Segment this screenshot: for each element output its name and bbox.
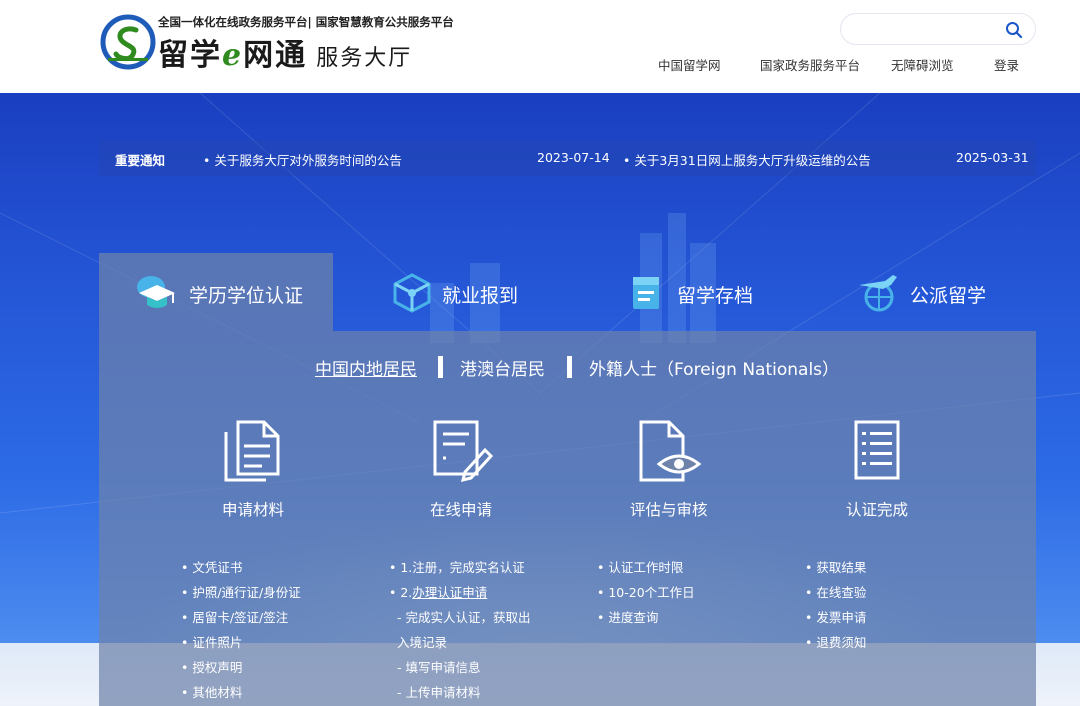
list-item: 入境记录 xyxy=(397,635,448,650)
tab-study-archive[interactable]: 留学存档 xyxy=(567,253,801,331)
search-input[interactable] xyxy=(855,20,1005,40)
resident-type-tabs: 中国内地居民 港澳台居民 外籍人士（Foreign Nationals） xyxy=(0,355,1080,380)
apply-certification-link[interactable]: 办理认证申请 xyxy=(412,585,487,600)
tab-employment-report[interactable]: 就业报到 xyxy=(333,253,567,331)
progress-query-link[interactable]: 进度查询 xyxy=(608,610,658,625)
online-verify-link[interactable]: 在线查验 xyxy=(816,585,866,600)
list-item: - 填写申请信息 xyxy=(397,660,481,675)
get-result-link[interactable]: 获取结果 xyxy=(816,560,866,575)
step-label: 评估与审核 xyxy=(630,501,708,519)
step-label: 认证完成 xyxy=(846,501,909,519)
form-edit-icon xyxy=(433,420,494,483)
list-item: • 1.注册，完成实名认证 xyxy=(389,560,525,575)
subtab-mainland[interactable]: 中国内地居民 xyxy=(315,355,417,380)
list-item: • 发票申请 xyxy=(805,610,867,625)
nav-cscse[interactable]: 中国留学网 xyxy=(658,55,721,74)
airplane-globe-icon xyxy=(859,275,897,312)
list-item: • 退费须知 xyxy=(805,635,867,650)
list-item: • 进度查询 xyxy=(597,610,659,625)
subtab-foreign-nationals[interactable]: 外籍人士（Foreign Nationals） xyxy=(589,355,839,380)
site-header: 全国一体化在线政务服务平台| 国家智慧教育公共服务平台 留学e网通 服务大厅 中… xyxy=(0,0,1080,93)
list-item: • 文凭证书 xyxy=(181,560,243,575)
documents-icon xyxy=(224,420,280,482)
refund-notice-link[interactable]: 退费须知 xyxy=(816,635,866,650)
search-box[interactable] xyxy=(840,13,1036,45)
tab-label: 留学存档 xyxy=(677,285,754,307)
nav-login[interactable]: 登录 xyxy=(994,55,1019,74)
list-item: - 完成实人认证，获取出 xyxy=(397,610,531,625)
nav-gov-services[interactable]: 国家政务服务平台 xyxy=(760,55,860,74)
search-icon[interactable] xyxy=(1005,21,1023,39)
graduation-cap-icon xyxy=(137,276,175,308)
checklist-icon xyxy=(854,420,900,480)
list-item: • 居留卡/签证/签注 xyxy=(181,610,289,625)
step-label: 在线申请 xyxy=(430,501,493,519)
subtab-hk-macao-taiwan[interactable]: 港澳台居民 xyxy=(460,355,545,380)
notice-label: 重要通知 xyxy=(115,153,166,168)
notice-date: 2023-07-14 xyxy=(537,150,610,165)
list-item: • 认证工作时限 xyxy=(597,560,684,575)
tab-government-sponsored[interactable]: 公派留学 xyxy=(801,253,1035,331)
cube-network-icon xyxy=(393,273,431,313)
tab-label: 就业报到 xyxy=(442,285,519,307)
notice-bar: 重要通知 • 关于服务大厅对外服务时间的公告 2023-07-14 • 关于3月… xyxy=(99,140,1036,176)
tab-label: 学历学位认证 xyxy=(189,285,304,307)
list-item: • 其他材料 xyxy=(181,685,243,700)
archive-file-icon xyxy=(633,277,659,309)
step-label: 申请材料 xyxy=(222,501,285,519)
subtab-divider xyxy=(438,356,443,378)
list-item: • 获取结果 xyxy=(805,560,867,575)
tab-degree-verification[interactable]: 学历学位认证 xyxy=(99,253,333,331)
list-item: • 授权声明 xyxy=(181,660,243,675)
processing-time-link[interactable]: 认证工作时限 xyxy=(608,560,683,575)
list-item: • 2.办理认证申请 xyxy=(389,585,488,600)
notice-item[interactable]: • 关于3月31日网上服务大厅升级运维的公告 xyxy=(623,150,871,169)
list-item: - 上传申请材料 xyxy=(397,685,481,700)
file-eye-icon xyxy=(639,420,702,482)
list-item: • 证件照片 xyxy=(181,635,243,650)
nav-accessibility[interactable]: 无障碍浏览 xyxy=(891,55,954,74)
platform-tagline: 全国一体化在线政务服务平台| 国家智慧教育公共服务平台 xyxy=(158,15,454,29)
top-nav: 中国留学网 国家政务服务平台 无障碍浏览 登录 xyxy=(0,55,1080,74)
notice-item[interactable]: • 关于服务大厅对外服务时间的公告 xyxy=(203,150,402,169)
list-item: • 在线查验 xyxy=(805,585,867,600)
subtab-divider xyxy=(567,356,572,378)
tab-label: 公派留学 xyxy=(910,285,987,307)
list-item: • 10-20个工作日 xyxy=(597,585,695,600)
invoice-request-link[interactable]: 发票申请 xyxy=(816,610,866,625)
list-item: • 护照/通行证/身份证 xyxy=(181,585,301,600)
notice-date: 2025-03-31 xyxy=(956,150,1029,165)
